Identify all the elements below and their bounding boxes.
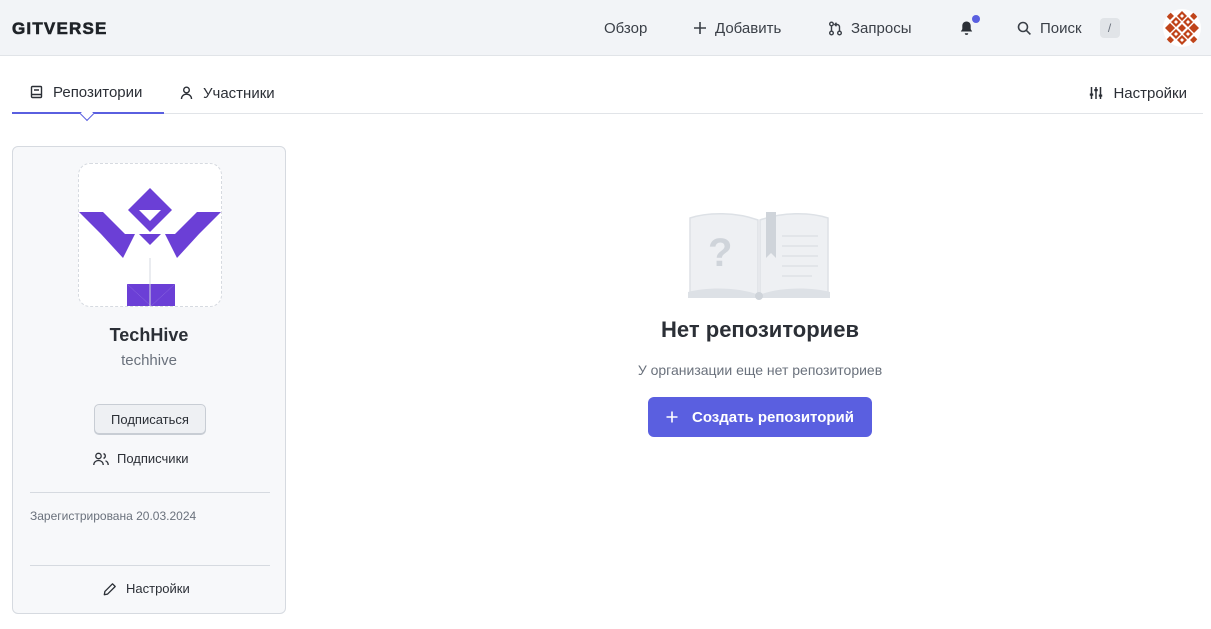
plus-icon <box>666 411 678 423</box>
empty-state-subtitle: У организации еще нет репозиториев <box>637 362 883 378</box>
org-logo <box>78 163 222 307</box>
pencil-icon <box>103 582 116 595</box>
empty-book-illustration: ? <box>688 212 830 300</box>
empty-state-title: Нет репозиториев <box>661 317 859 342</box>
pull-request-icon <box>829 21 842 35</box>
gitverse-logo-text: GITVERSE <box>12 19 108 38</box>
create-repository-button[interactable]: Создать репозиторий <box>648 397 872 437</box>
nav-add-label: Добавить <box>715 19 782 37</box>
card-divider <box>30 492 270 493</box>
gitverse-logo[interactable]: GITVERSE <box>12 18 172 38</box>
nav-requests-label: Запросы <box>851 19 912 37</box>
followers-link[interactable]: Подписчики <box>93 451 189 466</box>
search-button[interactable]: Поиск / <box>1017 0 1120 56</box>
nav-overview-label: Обзор <box>604 19 648 37</box>
nav-requests[interactable]: Запросы <box>828 0 912 56</box>
bell-icon <box>960 21 973 35</box>
card-divider <box>30 565 270 566</box>
search-icon <box>1017 21 1031 35</box>
notifications-button[interactable] <box>959 0 981 56</box>
follow-button[interactable]: Подписаться <box>94 404 206 434</box>
tab-members-label: Участники <box>203 84 275 102</box>
person-icon <box>180 86 193 100</box>
tab-members[interactable]: Участники <box>180 72 275 114</box>
user-avatar[interactable] <box>1163 9 1201 47</box>
tab-settings-label: Настройки <box>1113 84 1187 102</box>
org-settings-label: Настройки <box>126 581 190 596</box>
org-name: TechHive <box>109 325 189 345</box>
registration-date: Зарегистрирована 20.03.2024 <box>30 509 197 523</box>
search-shortcut-key: / <box>1099 18 1120 38</box>
svg-text:?: ? <box>708 231 732 275</box>
top-bar: GITVERSE Обзор Добавить Запросы Поиск / <box>0 0 1211 56</box>
tab-settings[interactable]: Настройки <box>1089 72 1187 114</box>
nav-add[interactable]: Добавить <box>693 0 781 56</box>
org-profile-card: TechHive techhive Подписаться Подписчики… <box>12 146 286 614</box>
followers-label: Подписчики <box>117 451 189 466</box>
org-settings-link[interactable]: Настройки <box>103 581 190 596</box>
notification-dot <box>972 15 980 23</box>
plus-icon <box>694 22 706 34</box>
tab-repositories[interactable]: Репозитории <box>12 72 164 122</box>
sliders-icon <box>1090 87 1103 99</box>
tab-repositories-label: Репозитории <box>53 83 143 101</box>
active-tab-caret <box>79 106 95 122</box>
org-login: techhive <box>121 352 177 369</box>
org-logo-image <box>79 188 221 306</box>
repository-icon <box>30 85 43 99</box>
org-tabs: Репозитории Участники Настройки <box>12 72 1203 122</box>
nav-overview[interactable]: Обзор <box>604 0 647 56</box>
search-label: Поиск <box>1040 19 1082 37</box>
create-repository-label: Создать репозиторий <box>692 408 854 426</box>
people-icon <box>93 452 109 465</box>
